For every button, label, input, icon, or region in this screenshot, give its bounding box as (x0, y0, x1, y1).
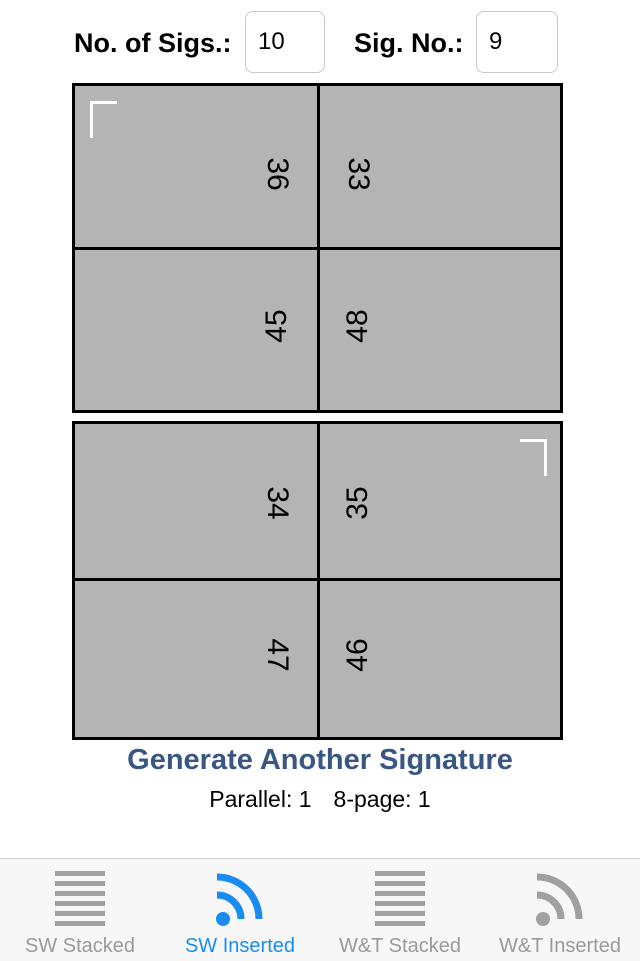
page-number: 47 (261, 638, 294, 672)
tab-wt-stacked[interactable]: W&T Stacked (320, 859, 480, 961)
generate-signature-button[interactable]: Generate Another Signature (0, 744, 640, 777)
parallel-count: Parallel: 1 (209, 786, 312, 812)
tab-wt-inserted[interactable]: W&T Inserted (480, 859, 640, 961)
sig-no-label: Sig. No.: (354, 28, 464, 58)
page-number: 48 (341, 309, 374, 343)
stacked-lines-icon (375, 871, 425, 926)
stacked-lines-icon (55, 871, 105, 926)
tab-label: SW Inserted (184, 935, 296, 957)
sheet-divider-horizontal (75, 247, 560, 250)
page-number: 33 (342, 157, 375, 191)
inserted-arcs-icon (536, 873, 583, 926)
inserted-arcs-icon (216, 873, 263, 926)
tab-label: W&T Stacked (339, 935, 461, 957)
sheet-top: 36 33 45 48 (72, 83, 563, 413)
page-number: 36 (261, 157, 294, 191)
corner-mark-icon (90, 101, 117, 138)
corner-mark-icon (520, 439, 547, 476)
tab-sw-inserted[interactable]: SW Inserted (160, 859, 320, 961)
eight-page-count: 8-page: 1 (333, 786, 431, 812)
sheet-divider-horizontal (75, 578, 560, 581)
sigs-label: No. of Sigs.: (74, 28, 232, 58)
tab-label: W&T Inserted (499, 935, 621, 957)
page-number: 45 (260, 309, 293, 343)
sigs-input[interactable] (245, 11, 325, 73)
tab-bar: SW Stacked SW Inserted W&T Stacked W&T I… (0, 858, 640, 961)
status-line: Parallel: 1 8-page: 1 (0, 786, 640, 813)
sheet-bottom: 34 35 47 46 (72, 421, 563, 740)
sig-no-input[interactable] (476, 11, 558, 73)
tab-sw-stacked[interactable]: SW Stacked (0, 859, 160, 961)
header: No. of Sigs.: Sig. No.: (0, 0, 640, 80)
tab-label: SW Stacked (24, 935, 136, 957)
page-number: 34 (261, 486, 294, 520)
page-number: 46 (341, 638, 374, 672)
page-number: 35 (341, 486, 374, 520)
